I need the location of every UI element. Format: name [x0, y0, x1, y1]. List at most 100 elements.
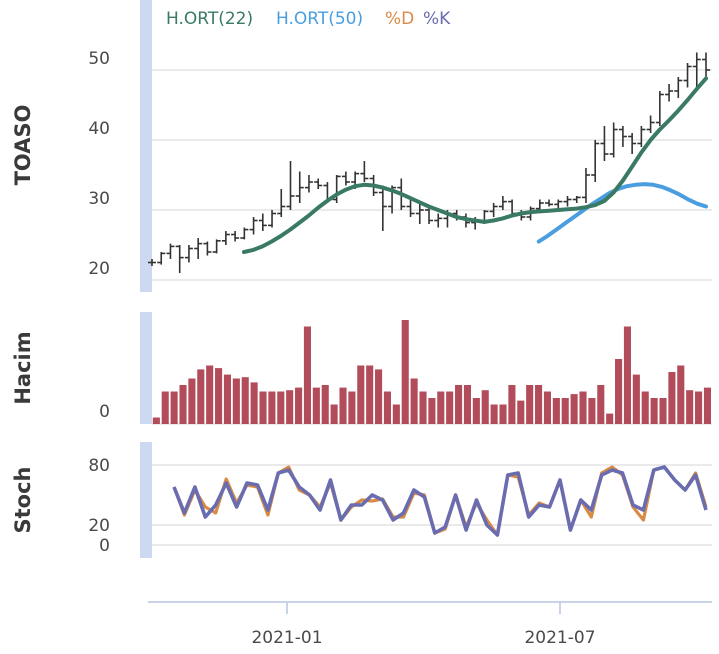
volume-bar	[330, 404, 338, 424]
ohlc-bar	[702, 52, 710, 77]
ohlc-bar	[545, 199, 554, 207]
ohlc-bar	[378, 185, 387, 231]
volume-bar	[437, 391, 445, 424]
volume-bar	[152, 417, 160, 424]
x-tick-label: 2021-07	[524, 628, 595, 648]
ohlc-bar	[258, 213, 267, 231]
ohlc-bar	[683, 63, 692, 88]
volume-bar	[641, 391, 649, 424]
volume-bar	[170, 391, 178, 424]
ohlc-bar	[572, 196, 581, 203]
stoch-axis-bar	[140, 442, 152, 558]
stoch-tick-label: 80	[88, 456, 110, 476]
ohlc-bar	[674, 77, 683, 98]
volume-bar	[339, 387, 347, 424]
ohlc-bar	[314, 178, 323, 189]
ohlc-bar	[406, 199, 415, 217]
volume-bar	[490, 404, 498, 424]
ohlc-bar	[655, 91, 664, 126]
volume-bar	[668, 372, 676, 424]
volume-bar	[535, 385, 543, 424]
price-tick-label: 30	[88, 189, 110, 209]
ohlc-bar	[286, 161, 295, 210]
ohlc-series	[148, 52, 710, 273]
volume-bar	[552, 398, 560, 424]
volume-bar	[179, 385, 187, 424]
legend-item: H.ORT(22)	[166, 9, 253, 29]
volume-bar	[650, 398, 658, 424]
ohlc-bar	[415, 203, 424, 224]
volume-bar	[303, 326, 311, 424]
volume-bar	[392, 404, 400, 424]
volume-bar	[508, 385, 516, 424]
volume-bar	[250, 382, 258, 424]
ohlc-bar	[295, 171, 304, 203]
volume-bar	[375, 369, 383, 424]
stoch-tick-label: 0	[99, 536, 110, 556]
ohlc-bar	[434, 213, 443, 228]
volume-bar	[383, 391, 391, 424]
x-ticks: 2021-01 2021-07	[251, 602, 596, 648]
volume-bar	[463, 385, 471, 424]
volume-bars	[152, 320, 711, 424]
y-tick-labels: 20304050002080	[88, 49, 110, 556]
volume-bar	[446, 391, 454, 424]
volume-bar	[268, 391, 276, 424]
volume-bar	[695, 391, 703, 424]
volume-bar	[321, 385, 329, 424]
ohlc-bar	[498, 196, 507, 210]
volume-bar	[312, 387, 320, 424]
x-tick-label: 2021-01	[251, 628, 322, 648]
volume-bar	[561, 398, 569, 424]
ohlc-bar	[157, 252, 166, 265]
volume-bar	[606, 413, 614, 424]
ohlc-bar	[221, 231, 230, 245]
volume-bar	[419, 391, 427, 424]
volume-bar	[499, 404, 507, 424]
volume-bar	[472, 398, 480, 424]
volume-bar	[197, 369, 205, 424]
volume-bar	[615, 359, 623, 424]
price-tick-label: 20	[88, 259, 110, 279]
ohlc-bar	[581, 168, 590, 203]
ohlc-bar	[277, 189, 286, 217]
volume-bar	[259, 391, 267, 424]
ohlc-bar	[304, 175, 313, 193]
volume-bar	[357, 365, 365, 424]
ohlc-bar	[637, 126, 646, 147]
volume-bar	[543, 391, 551, 424]
ohlc-bar	[360, 161, 369, 182]
volume-bar	[597, 385, 605, 424]
volume-bar	[526, 385, 534, 424]
ohlc-bar	[646, 115, 655, 133]
volume-bar	[703, 387, 711, 424]
volume-ylabel: Hacim	[11, 331, 35, 404]
volume-bar	[348, 391, 356, 424]
ohlc-bar	[212, 239, 221, 254]
price-tick-label: 50	[88, 49, 110, 69]
volume-bar	[215, 368, 223, 424]
ohlc-bar	[194, 238, 203, 259]
volume-bar	[366, 365, 374, 424]
legend-item: H.ORT(50)	[276, 9, 363, 29]
volume-bar	[295, 387, 303, 424]
volume-bar	[428, 398, 436, 424]
stoch-ylabel: Stoch	[11, 467, 35, 534]
volume-bar	[623, 326, 631, 424]
stoch-tick-label: 20	[88, 516, 110, 536]
volume-bar	[277, 391, 285, 424]
price-ylabel: TOASO	[11, 105, 35, 186]
stock-chart: 20304050002080 TOASO Hacim Stoch 2021-01…	[11, 0, 712, 648]
ohlc-bar	[341, 171, 350, 186]
volume-bar	[161, 391, 169, 424]
legend-item: %K	[423, 9, 451, 29]
ohlc-bar	[563, 196, 572, 207]
ma50-line	[536, 182, 708, 244]
ohlc-bar	[618, 126, 627, 147]
legend-item: %D	[385, 9, 414, 29]
volume-bar	[455, 385, 463, 424]
volume-bar	[188, 378, 196, 424]
legend: H.ORT(22) H.ORT(50) %D %K	[166, 9, 451, 29]
volume-bar	[232, 378, 240, 424]
volume-bar	[481, 390, 489, 424]
